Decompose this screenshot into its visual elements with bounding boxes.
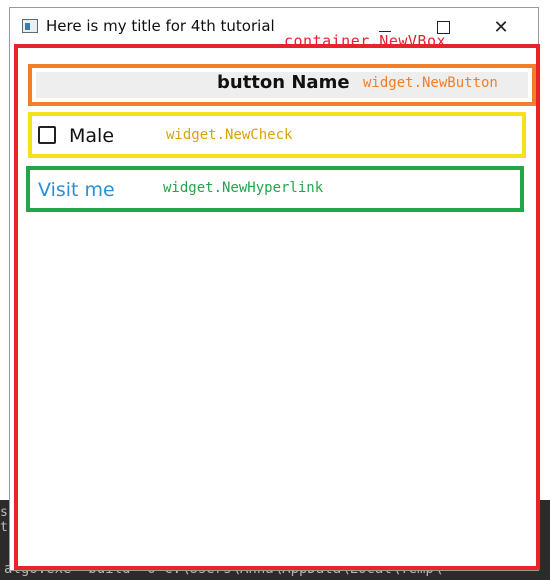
male-checkbox-label[interactable]: Male <box>69 125 114 147</box>
name-button-label[interactable]: button Name <box>217 72 350 93</box>
hyperlink-annotation-label: widget.NewHyperlink <box>163 180 324 196</box>
vbox-annotation-label: container.NewVBox <box>284 32 447 50</box>
check-annotation-label: widget.NewCheck <box>166 127 293 143</box>
male-checkbox[interactable] <box>38 126 56 144</box>
app-icon <box>22 19 38 33</box>
background-terminal-edge-text: s t <box>0 505 8 535</box>
title-bar[interactable]: Here is my title for 4th tutorial ✕ <box>10 8 538 44</box>
visit-me-hyperlink[interactable]: Visit me <box>38 179 115 201</box>
close-icon: ✕ <box>493 16 509 38</box>
app-window: Here is my title for 4th tutorial ✕ cont… <box>10 8 540 570</box>
close-button[interactable]: ✕ <box>478 12 524 42</box>
button-annotation-label: widget.NewButton <box>363 75 498 91</box>
window-title: Here is my title for 4th tutorial <box>46 17 275 35</box>
